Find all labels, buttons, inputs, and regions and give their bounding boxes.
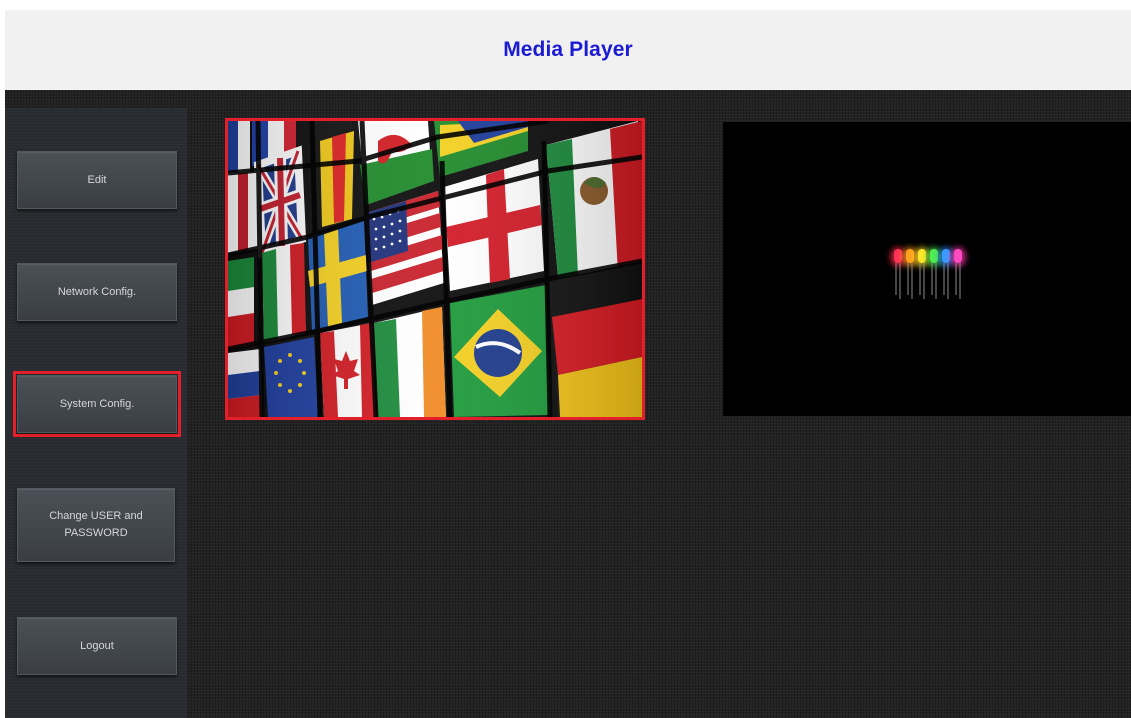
main-area: Edit Network Config. System Config. Chan… (5, 90, 1131, 718)
logout-button[interactable]: Logout (17, 617, 177, 675)
page-title: Media Player (503, 38, 633, 61)
system-config-button-label: System Config. (59, 397, 135, 410)
network-config-button-label: Network Config. (57, 285, 137, 298)
led-lights-image (723, 122, 1131, 416)
edit-button-label: Edit (87, 173, 107, 186)
change-user-password-button-label: Change USER and PASSWORD (49, 510, 143, 539)
header-bar: Media Player (5, 10, 1131, 90)
led-lights-thumbnail[interactable] (723, 122, 1131, 416)
system-config-button[interactable]: System Config. (13, 371, 181, 437)
edit-button[interactable]: Edit (17, 151, 177, 209)
change-user-password-button[interactable]: Change USER and PASSWORD (17, 488, 175, 562)
logout-button-label: Logout (80, 639, 114, 652)
world-flags-thumbnail[interactable] (225, 118, 645, 420)
network-config-button[interactable]: Network Config. (17, 263, 177, 321)
sidebar: Edit Network Config. System Config. Chan… (5, 108, 187, 718)
world-flags-image (228, 121, 642, 417)
